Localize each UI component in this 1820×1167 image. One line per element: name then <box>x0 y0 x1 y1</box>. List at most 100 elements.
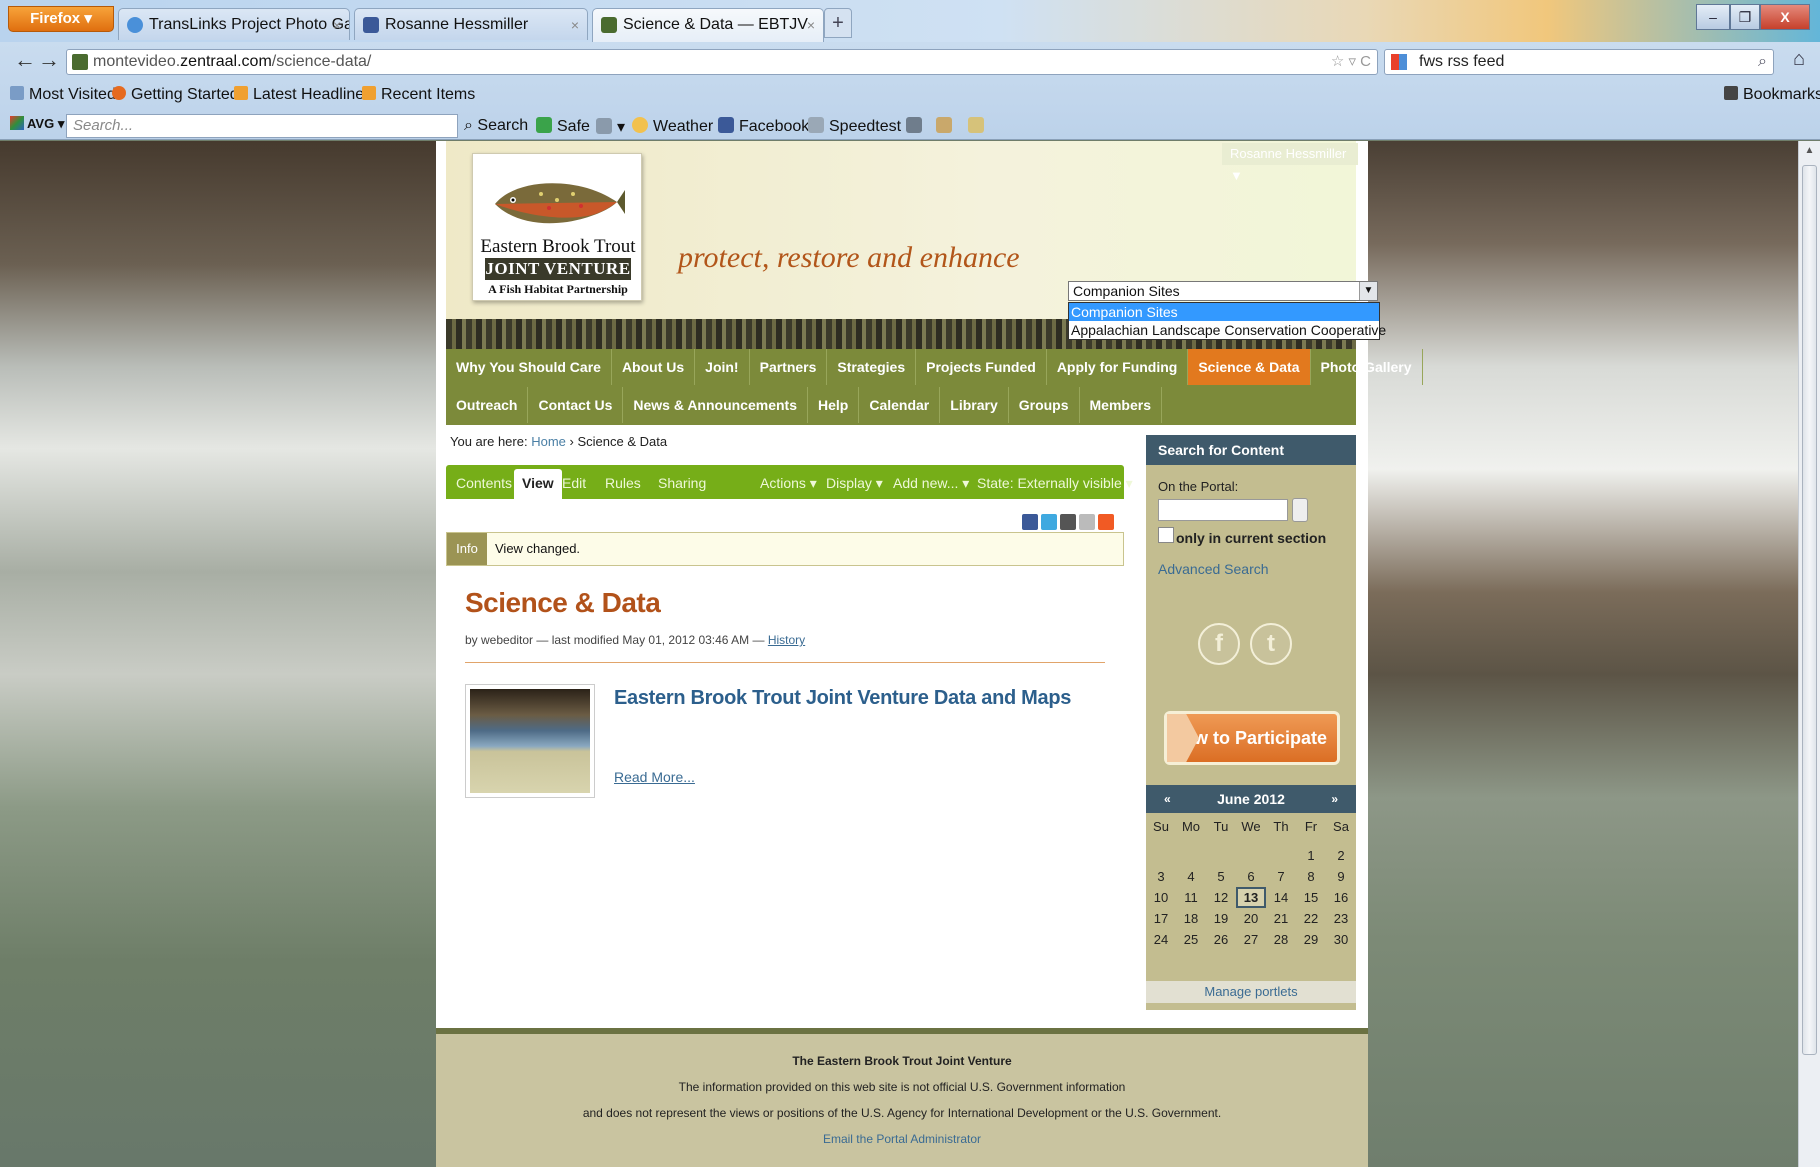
calendar-day[interactable]: 26 <box>1206 929 1236 950</box>
footer-email-link[interactable]: Email the Portal Administrator <box>436 1132 1368 1146</box>
calendar-day[interactable]: 16 <box>1326 887 1356 908</box>
calendar-day[interactable]: 2 <box>1326 845 1356 866</box>
read-more-link[interactable]: Read More... <box>614 769 695 785</box>
calendar-day[interactable]: 5 <box>1206 866 1236 887</box>
tab-rules[interactable]: Rules <box>605 465 641 501</box>
calendar-day[interactable]: 18 <box>1176 908 1206 929</box>
nav-news-announcements[interactable]: News & Announcements <box>623 387 808 423</box>
nav-contact-us[interactable]: Contact Us <box>528 387 624 423</box>
scroll-thumb[interactable] <box>1802 165 1817 1055</box>
nav-science-data[interactable]: Science & Data <box>1188 349 1311 385</box>
nav-calendar[interactable]: Calendar <box>859 387 941 423</box>
state-menu[interactable]: State: Externally visible ▾ <box>977 465 1133 501</box>
bookmark-most-visited[interactable]: Most Visited <box>10 86 116 104</box>
calendar-day[interactable]: 11 <box>1176 887 1206 908</box>
avg-safe-button[interactable]: Safe <box>536 117 590 136</box>
forward-arrow-icon[interactable]: → <box>38 48 60 72</box>
manage-portlets-link[interactable]: Manage portlets <box>1146 981 1356 1003</box>
current-section-checkbox[interactable] <box>1158 527 1174 543</box>
nav-join[interactable]: Join! <box>695 349 750 385</box>
nav-outreach[interactable]: Outreach <box>446 387 529 423</box>
email-icon[interactable] <box>1079 514 1095 530</box>
tab-edit[interactable]: Edit <box>562 465 586 501</box>
calendar-day[interactable]: 28 <box>1266 929 1296 950</box>
how-to-participate-button[interactable]: How to Participate <box>1164 711 1340 765</box>
search-engine-box[interactable]: fws rss feed ⌕ <box>1384 49 1774 75</box>
search-engine-icon[interactable] <box>1391 54 1407 70</box>
bookmark-getting-started[interactable]: Getting Started <box>112 86 239 104</box>
tab-contents[interactable]: Contents <box>456 465 512 501</box>
calendar-day[interactable]: 30 <box>1326 929 1356 950</box>
bookmark-star-reload-icons[interactable]: ☆ ▿ C <box>1331 50 1371 74</box>
avg-search-button[interactable]: ⌕ Search <box>464 117 528 135</box>
calendar-day[interactable]: 7 <box>1266 866 1296 887</box>
chevron-down-icon[interactable]: ▼ <box>1359 282 1377 300</box>
maximize-button[interactable]: ❐ <box>1730 4 1760 30</box>
firefox-menu-button[interactable]: Firefox ▾ <box>8 6 114 32</box>
nav-partners[interactable]: Partners <box>750 349 828 385</box>
calendar-prev-button[interactable]: « <box>1164 785 1171 813</box>
nav-why-you-should-care[interactable]: Why You Should Care <box>446 349 612 385</box>
back-arrow-icon[interactable]: ← <box>14 48 36 72</box>
add-share-icon[interactable] <box>1098 514 1114 530</box>
avg-weather-button[interactable]: Weather <box>632 117 713 136</box>
nav-apply-for-funding[interactable]: Apply for Funding <box>1047 349 1189 385</box>
tab-view[interactable]: View <box>514 469 562 499</box>
calendar-day[interactable]: 12 <box>1206 887 1236 908</box>
nav-projects-funded[interactable]: Projects Funded <box>916 349 1047 385</box>
calendar-day[interactable]: 21 <box>1266 908 1296 929</box>
companion-sites-select[interactable]: Companion Sites ▼ <box>1068 281 1378 301</box>
calendar-day[interactable]: 22 <box>1296 908 1326 929</box>
bookmark-latest-headlines[interactable]: Latest Headlines <box>234 86 372 104</box>
calendar-day[interactable]: 8 <box>1296 866 1326 887</box>
tab-facebook[interactable]: Rosanne Hessmiller × <box>354 8 588 40</box>
avg-facebook-button[interactable]: Facebook <box>718 117 809 136</box>
history-link[interactable]: History <box>768 633 805 647</box>
portal-search-input[interactable] <box>1158 499 1288 521</box>
calendar-today[interactable]: 13 <box>1236 887 1266 908</box>
add-new-menu[interactable]: Add new... ▾ <box>893 465 969 501</box>
calendar-next-button[interactable]: » <box>1331 785 1338 813</box>
calendar-day[interactable]: 14 <box>1266 887 1296 908</box>
nav-members[interactable]: Members <box>1080 387 1162 423</box>
minimize-button[interactable]: – <box>1696 4 1730 30</box>
tab-translinks[interactable]: TransLinks Project Photo Gall... × <box>118 8 350 40</box>
bookmark-recent-items[interactable]: Recent Items <box>362 86 475 104</box>
scroll-up-arrow-icon[interactable]: ▲ <box>1799 141 1820 161</box>
tab-science-data[interactable]: Science & Data — EBTJV × <box>592 8 824 42</box>
new-tab-button[interactable]: + <box>824 8 852 38</box>
url-bar[interactable]: montevideo.zentraal.com/science-data/ ☆ … <box>66 49 1378 75</box>
home-icon[interactable]: ⌂ <box>1786 48 1812 74</box>
tab-sharing[interactable]: Sharing <box>658 465 706 501</box>
nav-help[interactable]: Help <box>808 387 860 423</box>
calendar-day[interactable]: 20 <box>1236 908 1266 929</box>
nav-groups[interactable]: Groups <box>1009 387 1080 423</box>
nav-library[interactable]: Library <box>940 387 1009 423</box>
print-icon[interactable] <box>1060 514 1076 530</box>
avg-speedtest-button[interactable]: Speedtest <box>808 117 901 136</box>
calculator-icon[interactable] <box>906 117 927 136</box>
calendar-day[interactable]: 23 <box>1326 908 1356 929</box>
calendar-day[interactable]: 4 <box>1176 866 1206 887</box>
bookmarks-menu[interactable]: Bookmarks <box>1724 86 1820 104</box>
companion-option-companion-sites[interactable]: Companion Sites <box>1069 303 1379 321</box>
calendar-day[interactable]: 17 <box>1146 908 1176 929</box>
display-menu[interactable]: Display ▾ <box>826 465 883 501</box>
calendar-day[interactable]: 10 <box>1146 887 1176 908</box>
user-menu[interactable]: Rosanne Hessmiller ▼ <box>1222 143 1358 183</box>
notepad-icon[interactable] <box>936 117 957 136</box>
twitter-share-icon[interactable] <box>1041 514 1057 530</box>
close-window-button[interactable]: X <box>1760 4 1810 30</box>
actions-menu[interactable]: Actions ▾ <box>760 465 817 501</box>
calendar-day[interactable]: 1 <box>1296 845 1326 866</box>
calendar-day[interactable]: 27 <box>1236 929 1266 950</box>
avg-search-input[interactable]: Search... <box>66 114 458 138</box>
breadcrumb-home-link[interactable]: Home <box>531 434 566 449</box>
ebtjv-logo[interactable]: Eastern Brook Trout JOINT VENTURE A Fish… <box>472 153 642 301</box>
calendar-day[interactable]: 3 <box>1146 866 1176 887</box>
nav-about-us[interactable]: About Us <box>612 349 696 385</box>
companion-option-appalachian-lcc[interactable]: Appalachian Landscape Conservation Coope… <box>1069 321 1386 339</box>
magnifier-icon[interactable]: ⌕ <box>1758 50 1767 74</box>
tab-close-icon[interactable]: × <box>333 9 341 40</box>
nav-photo-gallery[interactable]: Photo Gallery <box>1311 349 1423 385</box>
